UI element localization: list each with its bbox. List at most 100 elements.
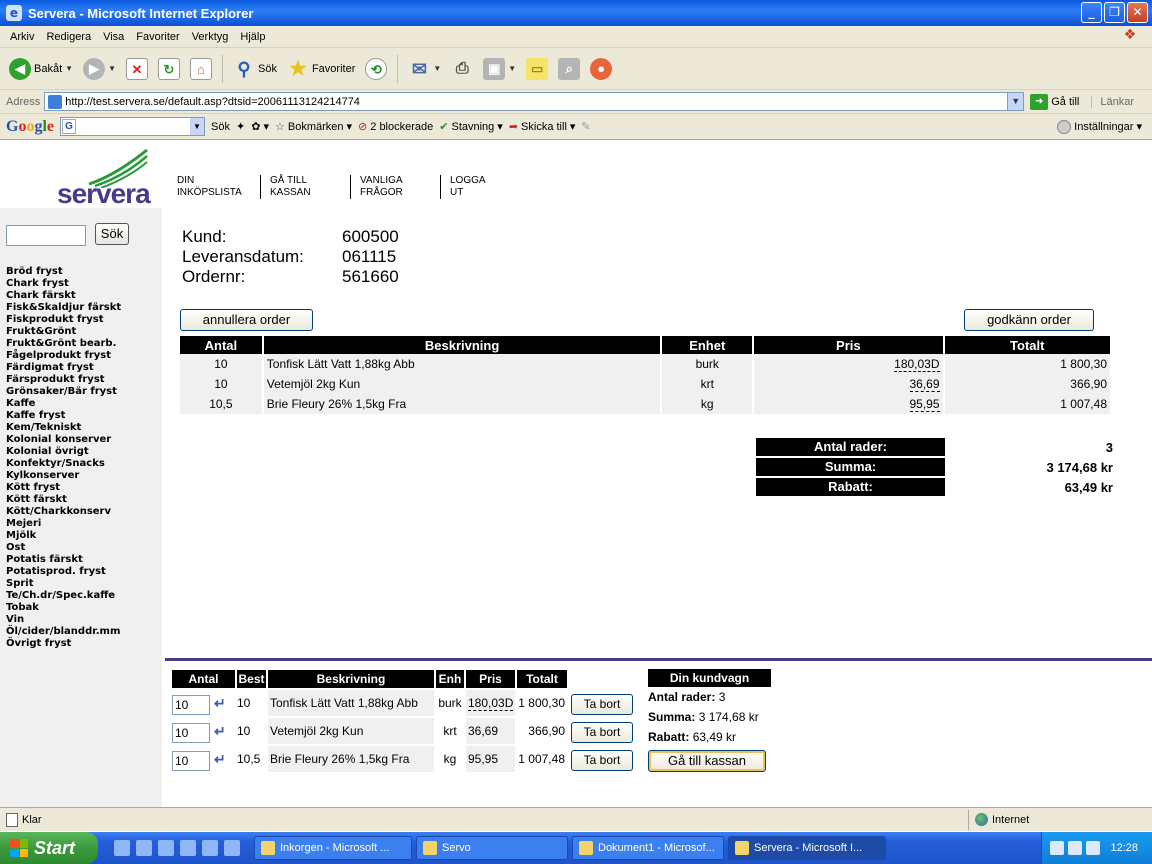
- notes-button[interactable]: ▭: [523, 56, 551, 82]
- enter-arrow-icon[interactable]: ↵: [214, 690, 226, 716]
- remove-button[interactable]: Ta bort: [571, 749, 633, 771]
- print-button[interactable]: ⎙: [448, 56, 476, 82]
- menu-verktyg[interactable]: Verktyg: [186, 31, 235, 43]
- stop-button[interactable]: ✕: [123, 56, 151, 82]
- edit-button[interactable]: ▣ ▼: [480, 56, 519, 82]
- bookmarks-button[interactable]: ☆ Bokmärken ▾: [275, 120, 352, 134]
- search-button[interactable]: ⚲ Sök: [230, 56, 280, 82]
- category-link[interactable]: Te/Ch.dr/Spec.kaffe: [6, 590, 121, 602]
- address-input[interactable]: http://test.servera.se/default.asp?dtsid…: [44, 92, 1025, 111]
- category-link[interactable]: Kött fryst: [6, 482, 121, 494]
- refresh-button[interactable]: ↻: [155, 56, 183, 82]
- remove-button[interactable]: Ta bort: [571, 721, 633, 743]
- category-link[interactable]: Fisk&Skaldjur färskt: [6, 302, 121, 314]
- chevron-down-icon[interactable]: ▼: [508, 64, 516, 73]
- approve-order-button[interactable]: godkänn order: [964, 309, 1094, 331]
- category-link[interactable]: Kött färskt: [6, 494, 121, 506]
- links-label[interactable]: Länkar: [1091, 95, 1134, 108]
- category-link[interactable]: Tobak: [6, 602, 121, 614]
- highlight-icon[interactable]: ✎: [581, 120, 590, 133]
- category-link[interactable]: Bröd fryst: [6, 266, 121, 278]
- category-link[interactable]: Chark färskt: [6, 290, 121, 302]
- menu-favoriter[interactable]: Favoriter: [130, 31, 185, 43]
- quantity-input[interactable]: 10: [172, 722, 210, 743]
- category-link[interactable]: Färsprodukt fryst: [6, 374, 121, 386]
- category-link[interactable]: Kylkonserver: [6, 470, 121, 482]
- menu-visa[interactable]: Visa: [97, 31, 130, 43]
- search-button[interactable]: Sök: [95, 223, 129, 245]
- task-servo[interactable]: Servo: [416, 836, 568, 860]
- category-link[interactable]: Övrigt fryst: [6, 638, 121, 650]
- category-link[interactable]: Frukt&Grönt: [6, 326, 121, 338]
- home-button[interactable]: ⌂: [187, 56, 215, 82]
- category-link[interactable]: Frukt&Grönt bearb.: [6, 338, 121, 350]
- category-link[interactable]: Öl/cider/blanddr.mm: [6, 626, 121, 638]
- category-link[interactable]: Chark fryst: [6, 278, 121, 290]
- category-link[interactable]: Konfektyr/Snacks: [6, 458, 121, 470]
- nav-checkout[interactable]: GÅ TILL KASSAN: [260, 175, 350, 199]
- history-button[interactable]: ⟲: [362, 56, 390, 82]
- send-to-button[interactable]: ➦ Skicka till ▾: [509, 120, 576, 134]
- category-link[interactable]: Kött/Charkkonserv: [6, 506, 121, 518]
- enter-arrow-icon[interactable]: ↵: [214, 718, 226, 744]
- category-link[interactable]: Mejeri: [6, 518, 121, 530]
- favorites-button[interactable]: ★ Favoriter: [284, 56, 358, 82]
- minimize-button[interactable]: _: [1081, 2, 1102, 23]
- research-button[interactable]: ⌕: [555, 56, 583, 82]
- close-button[interactable]: ✕: [1127, 2, 1148, 23]
- checkout-button[interactable]: Gå till kassan: [648, 750, 766, 772]
- chevron-down-icon[interactable]: ▼: [1007, 93, 1024, 110]
- tray-icon[interactable]: [1050, 841, 1065, 855]
- tray-icon[interactable]: [1068, 841, 1083, 855]
- category-link[interactable]: Vin: [6, 614, 121, 626]
- servera-logo[interactable]: servera: [57, 148, 157, 209]
- category-link[interactable]: Potatisprod. fryst: [6, 566, 121, 578]
- category-link[interactable]: Kaffe fryst: [6, 410, 121, 422]
- chevron-down-icon[interactable]: ▼: [433, 64, 441, 73]
- settings-button[interactable]: Inställningar ▾: [1057, 119, 1142, 134]
- category-link[interactable]: Kolonial konserver: [6, 434, 121, 446]
- forward-button[interactable]: ▶ ▼: [80, 56, 119, 82]
- task-word[interactable]: Dokument1 - Microsof...: [572, 836, 724, 860]
- messenger-button[interactable]: ●: [587, 56, 615, 82]
- google-search-input[interactable]: G ▼: [60, 117, 206, 136]
- quicklaunch-icon[interactable]: [114, 840, 130, 856]
- remove-button[interactable]: Ta bort: [571, 693, 633, 715]
- category-link[interactable]: Kolonial övrigt: [6, 446, 121, 458]
- back-button[interactable]: ◀ Bakåt ▼: [6, 56, 76, 82]
- category-link[interactable]: Kem/Tekniskt: [6, 422, 121, 434]
- category-link[interactable]: Mjölk: [6, 530, 121, 542]
- search-input[interactable]: [6, 225, 86, 246]
- category-link[interactable]: Färdigmat fryst: [6, 362, 121, 374]
- quicklaunch-icon[interactable]: [180, 840, 196, 856]
- spellcheck-button[interactable]: ✔ Stavning ▾: [439, 120, 503, 134]
- google-options-icon[interactable]: ✿ ▾: [251, 120, 269, 133]
- maximize-button[interactable]: ❐: [1104, 2, 1125, 23]
- menu-redigera[interactable]: Redigera: [40, 31, 97, 43]
- start-button[interactable]: Start: [0, 832, 98, 864]
- quicklaunch-icon[interactable]: [202, 840, 218, 856]
- chevron-down-icon[interactable]: ▼: [108, 64, 116, 73]
- quicklaunch-icon[interactable]: [158, 840, 174, 856]
- cancel-order-button[interactable]: annullera order: [180, 309, 313, 331]
- menu-arkiv[interactable]: Arkiv: [4, 31, 40, 43]
- go-button[interactable]: ➜ Gå till: [1030, 93, 1079, 110]
- chevron-down-icon[interactable]: ▼: [65, 64, 73, 73]
- category-link[interactable]: Grönsaker/Bär fryst: [6, 386, 121, 398]
- category-link[interactable]: Fågelprodukt fryst: [6, 350, 121, 362]
- category-link[interactable]: Sprit: [6, 578, 121, 590]
- category-link[interactable]: Kaffe: [6, 398, 121, 410]
- category-link[interactable]: Ost: [6, 542, 121, 554]
- menu-hjalp[interactable]: Hjälp: [234, 31, 271, 43]
- task-outlook[interactable]: Inkorgen - Microsoft ...: [254, 836, 412, 860]
- google-search-button[interactable]: Sök: [211, 121, 230, 133]
- popup-blocker-button[interactable]: ⊘ 2 blockerade: [358, 120, 433, 134]
- task-servera-ie[interactable]: Servera - Microsoft I...: [728, 836, 886, 860]
- nav-purchase-list[interactable]: DIN INKÖPSLISTA: [170, 175, 260, 199]
- quantity-input[interactable]: 10: [172, 750, 210, 771]
- enter-arrow-icon[interactable]: ↵: [214, 746, 226, 772]
- mail-button[interactable]: ✉ ▼: [405, 56, 444, 82]
- quicklaunch-icon[interactable]: [136, 840, 152, 856]
- nav-logout[interactable]: LOGGA UT: [440, 175, 530, 199]
- category-link[interactable]: Fiskprodukt fryst: [6, 314, 121, 326]
